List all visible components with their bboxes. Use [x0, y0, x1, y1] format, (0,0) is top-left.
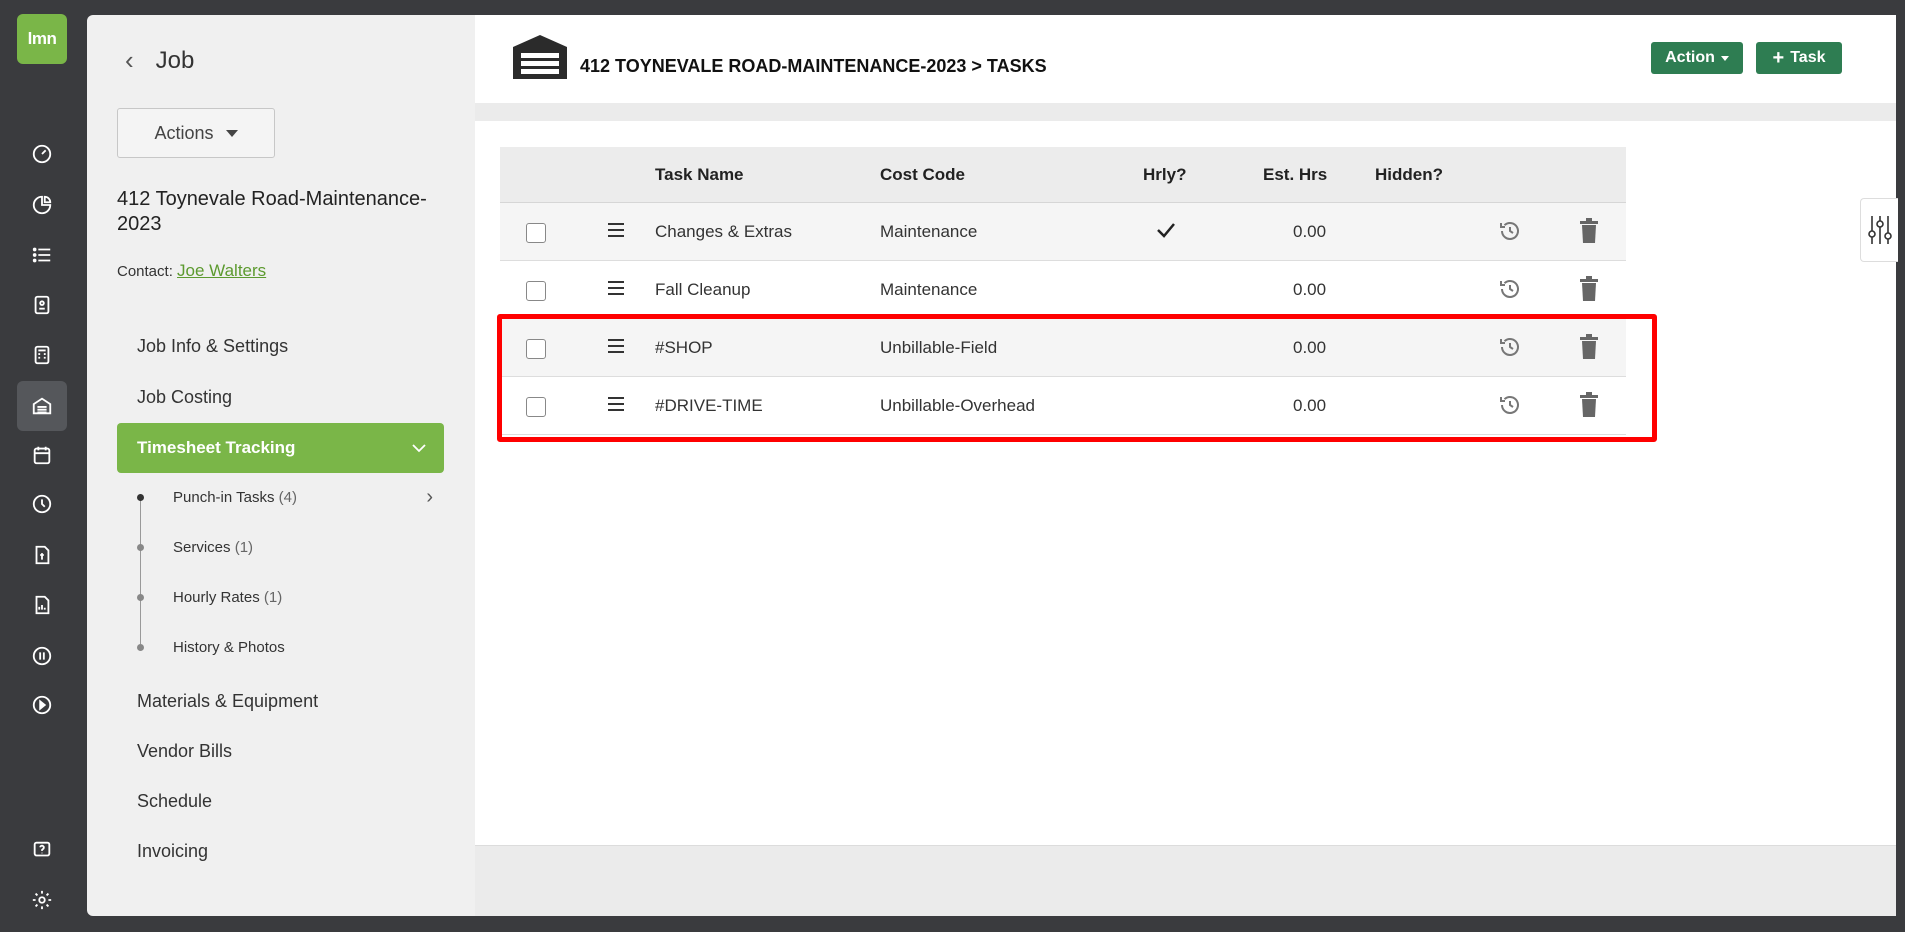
actions-label: Actions [154, 122, 214, 143]
sub-nav-count: (1) [234, 539, 254, 556]
task-button-label: Task [1790, 49, 1826, 66]
list-icon[interactable] [22, 235, 62, 275]
job-title: Job [155, 46, 195, 74]
cost-code-cell: Maintenance [880, 222, 978, 241]
nav-vendor-bills[interactable]: Vendor Bills [137, 741, 232, 762]
caret-down-icon [225, 129, 238, 137]
sub-nav-count: (1) [263, 589, 283, 606]
nav-timesheet-tracking[interactable]: Timesheet Tracking [117, 423, 444, 473]
col-hourly[interactable]: Hrly? [1143, 165, 1186, 185]
col-cost-code[interactable]: Cost Code [880, 165, 965, 185]
job-name: 412 Toynevale Road-Maintenance-2023 [117, 188, 427, 235]
chevron-right-icon: › [426, 486, 433, 508]
job-panel: ‹ Job Actions 412 Toynevale Road-Mainten… [87, 15, 475, 916]
contact-link[interactable]: Joe Walters [177, 261, 266, 280]
filter-sliders-icon[interactable] [1860, 198, 1898, 262]
task-name-cell: Fall Cleanup [655, 280, 751, 299]
action-button-label: Action [1665, 49, 1715, 66]
sub-nav-services[interactable]: Services (1) [173, 539, 253, 556]
col-hidden[interactable]: Hidden? [1375, 165, 1443, 185]
nav-materials-equipment[interactable]: Materials & Equipment [137, 691, 318, 712]
est-hrs-cell: 0.00 [1293, 280, 1327, 299]
table-row: Changes & Extras Maintenance 0.00 [500, 203, 1626, 261]
drag-handle-icon[interactable] [608, 223, 624, 241]
sub-nav-dot [137, 594, 144, 601]
job-header: ‹ Job [125, 45, 194, 76]
trash-icon[interactable] [1578, 218, 1600, 244]
garage-icon [513, 35, 567, 79]
task-name-cell: Changes & Extras [655, 222, 793, 241]
col-task-name[interactable]: Task Name [655, 165, 744, 185]
table-row: Fall Cleanup Maintenance 0.00 [500, 261, 1626, 319]
history-icon[interactable] [1498, 219, 1522, 243]
dashboard-icon[interactable] [22, 134, 62, 174]
highlight-box [497, 314, 1657, 442]
nav-job-costing[interactable]: Job Costing [137, 387, 232, 408]
sub-nav-dot [137, 544, 144, 551]
header-divider [475, 103, 1896, 121]
sub-nav-punch-in-tasks[interactable]: Punch-in Tasks (4) › [173, 486, 433, 508]
calendar-icon[interactable] [22, 435, 62, 475]
sub-nav-dot [137, 494, 144, 501]
clock-icon[interactable] [22, 484, 62, 524]
nav-invoicing[interactable]: Invoicing [137, 841, 208, 862]
footer-area [475, 845, 1896, 916]
sub-nav-history-photos[interactable]: History & Photos [173, 639, 285, 656]
sub-nav-count: (4) [278, 489, 297, 506]
contact-line: Contact: Joe Walters [117, 261, 266, 281]
contact-label: Contact: [117, 263, 173, 280]
play-icon[interactable] [22, 685, 62, 725]
add-task-button[interactable]: + Task [1756, 42, 1842, 74]
sub-nav-dot [137, 644, 144, 651]
breadcrumb: 412 TOYNEVALE ROAD-MAINTENANCE-2023 > TA… [580, 56, 1047, 76]
contacts-icon[interactable] [22, 285, 62, 325]
checkmark-icon [1157, 223, 1175, 238]
row-checkbox[interactable] [526, 223, 546, 243]
sub-nav-line [140, 494, 141, 644]
help-icon[interactable] [22, 830, 62, 870]
plus-icon: + [1772, 47, 1785, 69]
report-icon[interactable] [22, 585, 62, 625]
drag-handle-icon[interactable] [608, 281, 624, 299]
est-hrs-cell: 0.00 [1293, 222, 1327, 241]
main-content: 412 TOYNEVALE ROAD-MAINTENANCE-2023 > TA… [475, 15, 1898, 916]
quickbooks-icon[interactable] [22, 636, 62, 676]
sub-nav-hourly-rates[interactable]: Hourly Rates (1) [173, 589, 282, 606]
nav-timesheet-label: Timesheet Tracking [137, 438, 296, 457]
estimate-icon[interactable] [22, 535, 62, 575]
history-icon[interactable] [1498, 277, 1522, 301]
cost-code-cell: Maintenance [880, 280, 978, 299]
row-checkbox[interactable] [526, 281, 546, 301]
main-header: 412 TOYNEVALE ROAD-MAINTENANCE-2023 > TA… [475, 15, 1896, 103]
lmn-logo[interactable]: lmn [17, 14, 67, 64]
table-header: Task Name Cost Code Hrly? Est. Hrs Hidde… [500, 147, 1626, 203]
chevron-down-icon [412, 444, 426, 453]
jobs-icon[interactable] [17, 381, 67, 431]
icon-rail: lmn [0, 0, 85, 932]
sub-nav-label: Punch-in Tasks [173, 489, 275, 506]
nav-job-info[interactable]: Job Info & Settings [137, 336, 288, 357]
sub-nav-label: Hourly Rates [173, 589, 260, 606]
col-est-hrs[interactable]: Est. Hrs [1263, 165, 1327, 185]
pie-chart-icon[interactable] [22, 185, 62, 225]
nav-schedule[interactable]: Schedule [137, 791, 212, 812]
action-dropdown-button[interactable]: Action [1651, 42, 1743, 74]
sub-nav-label: Services [173, 539, 231, 556]
settings-icon[interactable] [22, 880, 62, 920]
back-chevron-icon[interactable]: ‹ [125, 45, 134, 76]
caret-down-icon [1720, 55, 1729, 61]
actions-dropdown-button[interactable]: Actions [117, 108, 275, 158]
sub-nav-label: History & Photos [173, 639, 285, 656]
trash-icon[interactable] [1578, 276, 1600, 302]
logo-text: lmn [27, 29, 57, 48]
calculator-icon[interactable] [22, 335, 62, 375]
